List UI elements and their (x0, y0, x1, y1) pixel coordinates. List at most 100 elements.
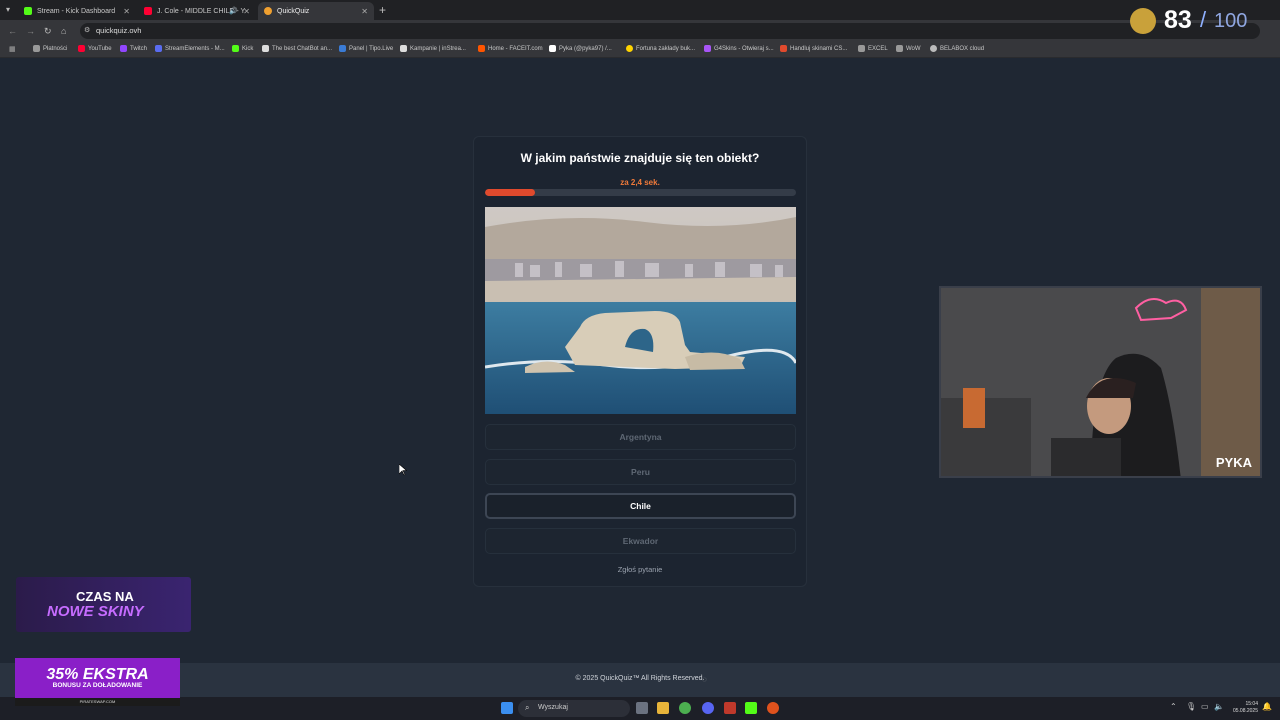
windows-start-icon[interactable] (501, 702, 513, 714)
bookmark-item[interactable]: Panel | Tipo.Live (339, 45, 393, 52)
score-overlay: 83 / 100 (1130, 6, 1260, 38)
taskbar-search-input[interactable]: ⌕ Wyszukaj (518, 700, 630, 717)
windows-taskbar: ⌕ Wyszukaj ⌃ 🎙 ▭ 🔈 15:04 05.08.2025 🔔 (0, 697, 1280, 720)
answer-option-ekwador[interactable]: Ekwador (485, 528, 796, 554)
bookmark-label: Handluj skinami CS... (790, 45, 848, 52)
answer-option-peru[interactable]: Peru (485, 459, 796, 485)
promo2-line3: PIRATESWAP.COM (15, 698, 180, 706)
speaker-icon[interactable]: 🔊 (229, 7, 238, 15)
site-info-icon[interactable]: ⚙ (84, 26, 90, 34)
bookmark-item[interactable]: YouTube (78, 45, 112, 52)
apps-grid-icon[interactable]: ▦ (9, 45, 16, 53)
timer-text: za 2,4 sek. (620, 178, 660, 187)
bookmark-label: Twitch (130, 45, 148, 52)
instream-icon (400, 45, 407, 52)
browser-tab-bar: ▾ Stream - Kick Dashboard ✕ J. Cole - MI… (0, 0, 1280, 20)
clock-date: 05.08.2025 (1232, 708, 1258, 714)
bookmark-label: G4Skins - Otwieraj s... (714, 45, 774, 52)
reload-icon[interactable]: ↻ (44, 26, 52, 37)
bookmark-item[interactable]: Handluj skinami CS... (780, 45, 847, 52)
bookmark-label: The best ChatBot an... (272, 45, 333, 52)
tray-chevron-icon[interactable]: ⌃ (1170, 702, 1177, 711)
trade-icon (780, 45, 787, 52)
task-view-icon[interactable] (636, 702, 648, 714)
folder-icon (896, 45, 903, 52)
url-input[interactable]: ⚙ quickquiz.ovh (80, 23, 1260, 39)
tab-title: Stream - Kick Dashboard (37, 7, 116, 15)
url-text: quickquiz.ovh (96, 26, 142, 35)
close-icon[interactable]: ✕ (361, 7, 368, 16)
kick-icon (232, 45, 239, 52)
bookmark-label: StreamElements - M... (165, 45, 225, 52)
streamelements-icon (155, 45, 162, 52)
kick-app-icon[interactable] (745, 702, 757, 714)
search-icon: ⌕ (525, 703, 530, 712)
tab-quickquiz[interactable]: QuickQuiz ✕ (258, 2, 374, 20)
report-question-link[interactable]: Zgłoś pytanie (474, 565, 806, 574)
tipo-icon (339, 45, 346, 52)
promo1-line2: NOWE SKINY (47, 603, 144, 620)
bookmark-item[interactable]: StreamElements - M... (155, 45, 225, 52)
chatbot-icon (262, 45, 269, 52)
file-explorer-icon[interactable] (657, 702, 669, 714)
clock-time: 15:04 (1245, 701, 1258, 707)
network-icon[interactable]: ▭ (1201, 702, 1209, 711)
chrome-icon[interactable] (679, 702, 691, 714)
youtube-icon (78, 45, 85, 52)
volume-icon[interactable]: 🔈 (1214, 702, 1224, 711)
microphone-icon[interactable]: 🎙 (1186, 702, 1196, 711)
bookmark-item[interactable]: Płatności (33, 45, 67, 52)
promo1-line1: CZAS NA (76, 589, 134, 604)
arch-rock-photo (485, 207, 796, 414)
time-progress-fill (485, 189, 535, 196)
question-photo (485, 207, 796, 414)
score-total: 100 (1214, 10, 1248, 32)
new-tab-plus-icon[interactable]: + (379, 3, 386, 17)
kick-favicon-icon (24, 7, 32, 15)
promo2-line2: BONUSU ZA DOŁADOWANIE (52, 682, 143, 689)
bookmark-label: Panel | Tipo.Live (349, 45, 394, 52)
bookmark-item[interactable]: WoW (896, 45, 921, 52)
bookmark-label: EXCEL (868, 45, 888, 52)
tab-search-icon[interactable]: ▾ (6, 5, 16, 15)
discord-icon[interactable] (702, 702, 714, 714)
faceit-icon (478, 45, 485, 52)
loading-spinner-icon: ◌ (702, 675, 707, 684)
obs-icon[interactable] (767, 702, 779, 714)
back-arrow-icon[interactable]: ← (8, 26, 17, 36)
bookmark-label: Pyka (@pyka97) /... (559, 45, 612, 52)
close-icon[interactable]: ✕ (243, 7, 250, 16)
close-icon[interactable]: ✕ (123, 7, 130, 16)
bookmark-label: Kampanie | inStrea... (410, 45, 466, 52)
bookmark-item[interactable]: EXCEL (858, 45, 888, 52)
app-red-icon[interactable] (724, 702, 736, 714)
page-footer: © 2025 QuickQuiz™ All Rights Reserved. ◌ (0, 663, 1280, 697)
webcam-overlay: PYKA (939, 286, 1262, 478)
footer-copyright: © 2025 QuickQuiz™ All Rights Reserved. (575, 675, 705, 682)
forward-arrow-icon[interactable]: → (26, 26, 35, 36)
bookmark-item[interactable]: Fortuna zakłady buk... (626, 45, 695, 52)
address-bar-row: ← → ↻ ⌂ ⚙ quickquiz.ovh (0, 20, 1280, 42)
taskbar-clock[interactable]: 15:04 05.08.2025 (1233, 701, 1258, 715)
x-icon (549, 45, 556, 52)
bookmark-item[interactable]: BELABOX cloud (930, 45, 984, 52)
bookmark-label: BELABOX cloud (940, 45, 985, 52)
tab-kick-dashboard[interactable]: Stream - Kick Dashboard ✕ (18, 2, 136, 20)
bookmark-item[interactable]: G4Skins - Otwieraj s... (704, 45, 774, 52)
notification-bell-icon[interactable]: 🔔 (1262, 702, 1272, 711)
answer-option-chile[interactable]: Chile (485, 493, 796, 519)
bookmark-label: Fortuna zakłady buk... (636, 45, 696, 52)
bookmark-item[interactable]: Kick (232, 45, 253, 52)
twitch-icon (120, 45, 127, 52)
bookmark-item[interactable]: Twitch (120, 45, 147, 52)
bookmark-item[interactable]: Pyka (@pyka97) /... (549, 45, 612, 52)
tab-youtube[interactable]: J. Cole - MIDDLE CHILD - Y 🔊 ✕ (138, 2, 256, 20)
promo-banner-bonus: 35% EKSTRA BONUSU ZA DOŁADOWANIE PIRATES… (15, 658, 180, 706)
bookmark-item[interactable]: Home - FACEIT.com (478, 45, 543, 52)
answer-option-argentyna[interactable]: Argentyna (485, 424, 796, 450)
bookmark-item[interactable]: Kampanie | inStrea... (400, 45, 466, 52)
home-icon[interactable]: ⌂ (61, 26, 66, 36)
bookmark-label: Płatności (43, 45, 68, 52)
bookmark-item[interactable]: The best ChatBot an... (262, 45, 332, 52)
webcam-feed (941, 288, 1260, 476)
